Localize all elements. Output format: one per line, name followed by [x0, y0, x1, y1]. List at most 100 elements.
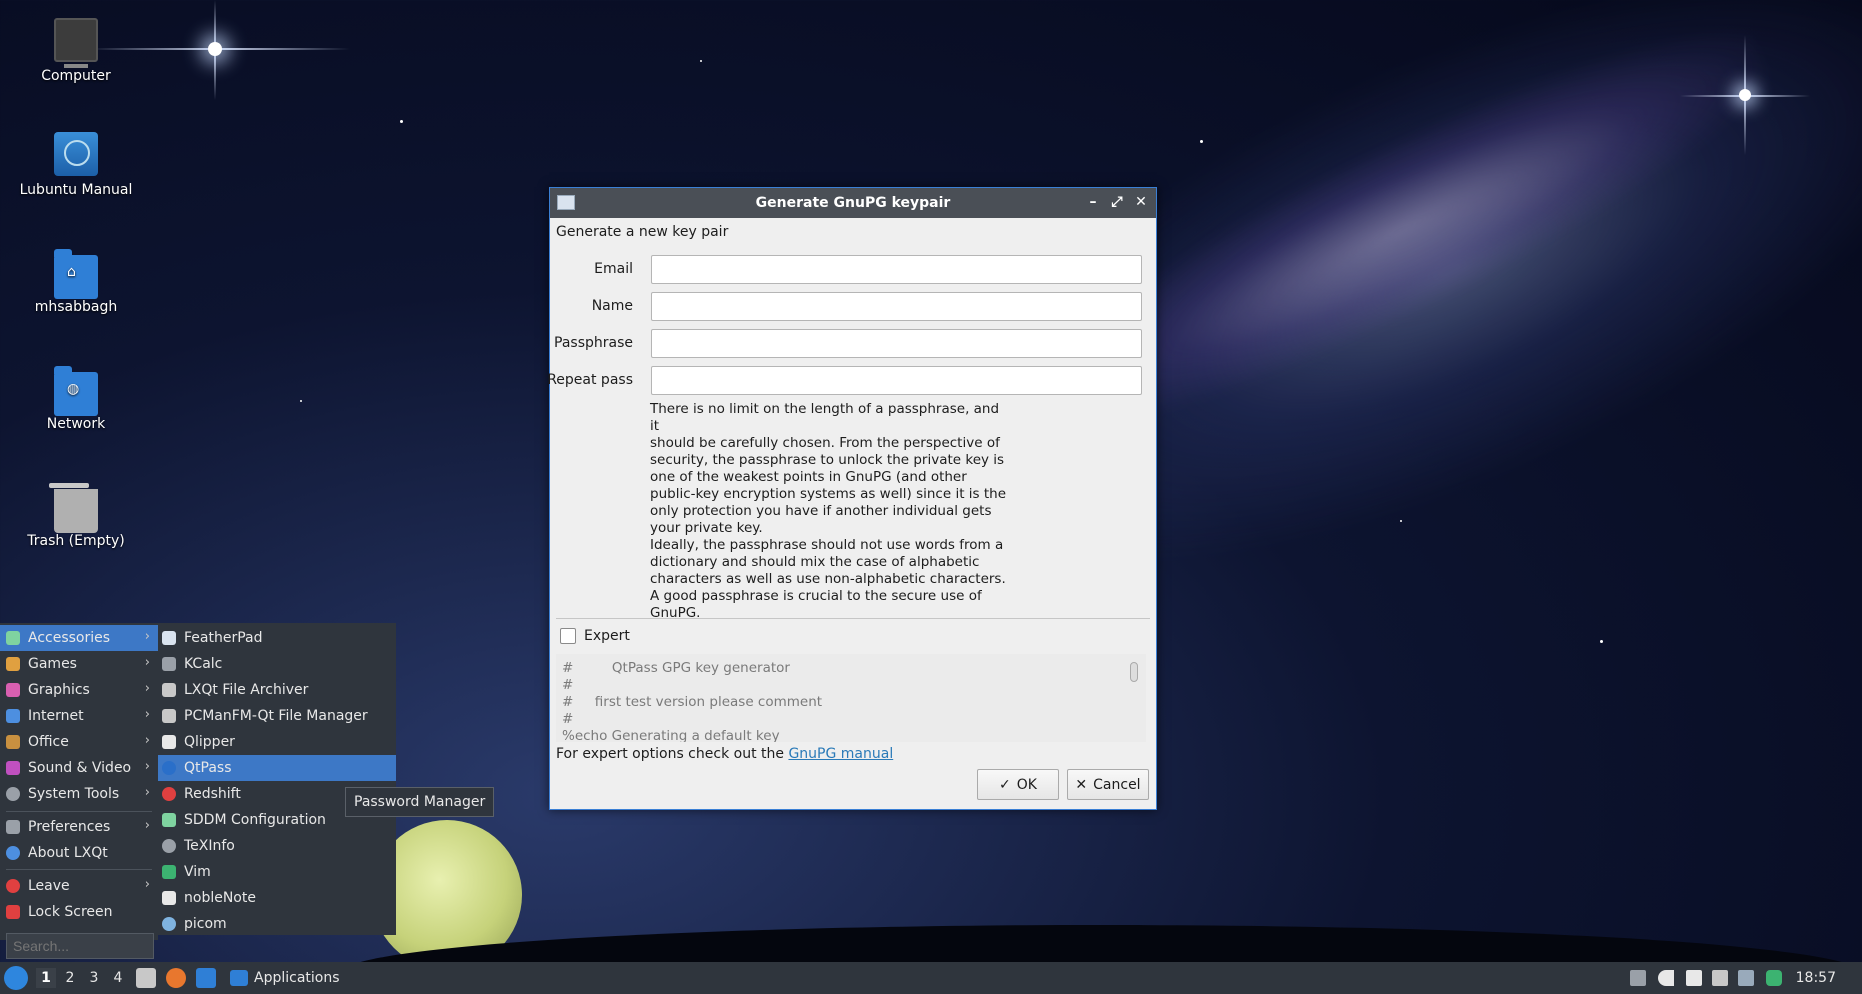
lock-icon	[6, 905, 20, 919]
menu-category-internet[interactable]: Internet ›	[0, 703, 158, 729]
menu-item-preferences[interactable]: Preferences ›	[0, 814, 158, 840]
games-icon	[6, 657, 20, 671]
submenu-item-label: Qlipper	[184, 734, 235, 750]
chevron-right-icon: ›	[144, 818, 150, 833]
volume-icon[interactable]	[1658, 970, 1674, 986]
expert-script-editor[interactable]: # QtPass GPG key generator # # first tes…	[556, 654, 1146, 742]
menu-separator	[6, 869, 152, 870]
dialog-titlebar[interactable]: Generate GnuPG keypair – ⤢ ✕	[550, 188, 1156, 218]
desktop-switch-3[interactable]: 3	[84, 968, 104, 988]
calculator-icon	[162, 657, 176, 671]
menu-category-system-tools[interactable]: System Tools ›	[0, 781, 158, 807]
email-field[interactable]	[651, 255, 1142, 284]
script-scrollbar[interactable]	[1130, 662, 1138, 682]
wallpaper-star	[208, 42, 222, 56]
gnupg-manual-link[interactable]: GnuPG manual	[788, 746, 893, 762]
desktop-icon-label: Lubuntu Manual	[19, 182, 133, 198]
script-line: #	[562, 677, 574, 693]
maximize-button[interactable]: ⤢	[1108, 192, 1126, 212]
desktop-icon-home-folder[interactable]: ⌂ mhsabbagh	[11, 249, 141, 315]
clipboard-tray-icon[interactable]	[1686, 970, 1702, 986]
start-menu-button[interactable]	[4, 966, 28, 990]
qtpass-tooltip: Password Manager	[345, 787, 495, 817]
submenu-item-vim[interactable]: Vim	[158, 859, 396, 885]
repeat-pass-row: Repeat pass	[547, 366, 1150, 396]
divider	[556, 618, 1150, 619]
cancel-button[interactable]: ✕ Cancel	[1067, 769, 1149, 800]
taskbar-task-applications[interactable]: Applications	[226, 966, 344, 990]
submenu-item-file-manager[interactable]: PCManFM-Qt File Manager	[158, 703, 396, 729]
tray-updates-icon[interactable]	[1630, 970, 1646, 986]
sddm-icon	[162, 813, 176, 827]
desktop-switch-1[interactable]: 1	[36, 968, 56, 988]
wallpaper-star	[1200, 140, 1203, 143]
accessories-icon	[6, 631, 20, 645]
desktop-icon-trash[interactable]: Trash (Empty)	[11, 483, 141, 549]
menu-search-input[interactable]	[6, 933, 154, 959]
vim-icon	[162, 865, 176, 879]
dialog-title: Generate GnuPG keypair	[755, 195, 951, 211]
ok-button[interactable]: ✓ OK	[977, 769, 1059, 800]
passphrase-field[interactable]	[651, 329, 1142, 358]
menu-item-label: Leave	[28, 878, 70, 894]
menu-item-leave[interactable]: Leave ›	[0, 873, 158, 899]
menu-category-graphics[interactable]: Graphics ›	[0, 677, 158, 703]
desktop-icon-network[interactable]: ◍ Network	[11, 366, 141, 432]
dialog-subtitle: Generate a new key pair	[556, 224, 729, 240]
network-tray-icon[interactable]	[1712, 970, 1728, 986]
wallpaper-star	[1400, 520, 1402, 522]
desktop-icon-label: Trash (Empty)	[27, 533, 125, 549]
name-field[interactable]	[651, 292, 1142, 321]
submenu-item-qlipper[interactable]: Qlipper	[158, 729, 396, 755]
submenu-item-label: Vim	[184, 864, 211, 880]
menu-category-office[interactable]: Office ›	[0, 729, 158, 755]
chevron-right-icon: ›	[144, 629, 150, 644]
featherpad-icon	[162, 631, 176, 645]
submenu-item-file-archiver[interactable]: LXQt File Archiver	[158, 677, 396, 703]
menu-item-label: Preferences	[28, 819, 111, 835]
submenu-item-label: nobleNote	[184, 890, 256, 906]
wallpaper-star	[300, 400, 302, 402]
submenu-item-qtpass[interactable]: QtPass	[158, 755, 396, 781]
file-manager-launcher-icon[interactable]	[136, 968, 156, 988]
submenu-item-texinfo[interactable]: TeXInfo	[158, 833, 396, 859]
submenu-item-kcalc[interactable]: KCalc	[158, 651, 396, 677]
menu-item-label: Accessories	[28, 630, 111, 646]
name-label: Name	[591, 298, 633, 314]
show-desktop-icon[interactable]	[196, 968, 216, 988]
menu-category-games[interactable]: Games ›	[0, 651, 158, 677]
menu-item-lock-screen[interactable]: Lock Screen	[0, 899, 158, 925]
name-row: Name	[550, 292, 1150, 322]
submenu-item-noblenote[interactable]: nobleNote	[158, 885, 396, 911]
submenu-item-label: picom	[184, 916, 227, 932]
display-tray-icon[interactable]	[1738, 970, 1754, 986]
passphrase-help-text: There is no limit on the length of a pas…	[650, 401, 1007, 621]
desktop-icon-lubuntu-manual[interactable]: Lubuntu Manual	[11, 132, 141, 198]
expert-checkbox[interactable]	[560, 628, 576, 644]
close-button[interactable]: ✕	[1132, 192, 1150, 212]
repeat-pass-field[interactable]	[651, 366, 1142, 395]
firefox-launcher-icon[interactable]	[166, 968, 186, 988]
info-icon	[162, 839, 176, 853]
desktop-icon-computer[interactable]: Computer	[11, 18, 141, 84]
menu-category-sound-video[interactable]: Sound & Video ›	[0, 755, 158, 781]
submenu-item-picom[interactable]: picom	[158, 911, 396, 937]
menu-item-about-lxqt[interactable]: About LXQt	[0, 840, 158, 866]
sync-tray-icon[interactable]	[1766, 970, 1782, 986]
clock[interactable]: 18:57	[1796, 970, 1836, 986]
archive-icon	[162, 683, 176, 697]
submenu-item-label: PCManFM-Qt File Manager	[184, 708, 368, 724]
passphrase-row: Passphrase	[550, 329, 1150, 359]
minimize-button[interactable]: –	[1084, 192, 1102, 212]
home-folder-icon: ⌂	[54, 249, 98, 299]
submenu-item-label: LXQt File Archiver	[184, 682, 309, 698]
expert-checkbox-row[interactable]: Expert	[560, 628, 630, 644]
office-icon	[6, 735, 20, 749]
menu-category-accessories[interactable]: Accessories ›	[0, 625, 158, 651]
menu-item-label: About LXQt	[28, 845, 108, 861]
desktop-switch-2[interactable]: 2	[60, 968, 80, 988]
start-menu: Accessories › Games › Graphics › Interne…	[0, 623, 158, 940]
desktop-switch-4[interactable]: 4	[108, 968, 128, 988]
submenu-item-featherpad[interactable]: FeatherPad	[158, 625, 396, 651]
chevron-right-icon: ›	[144, 655, 150, 670]
